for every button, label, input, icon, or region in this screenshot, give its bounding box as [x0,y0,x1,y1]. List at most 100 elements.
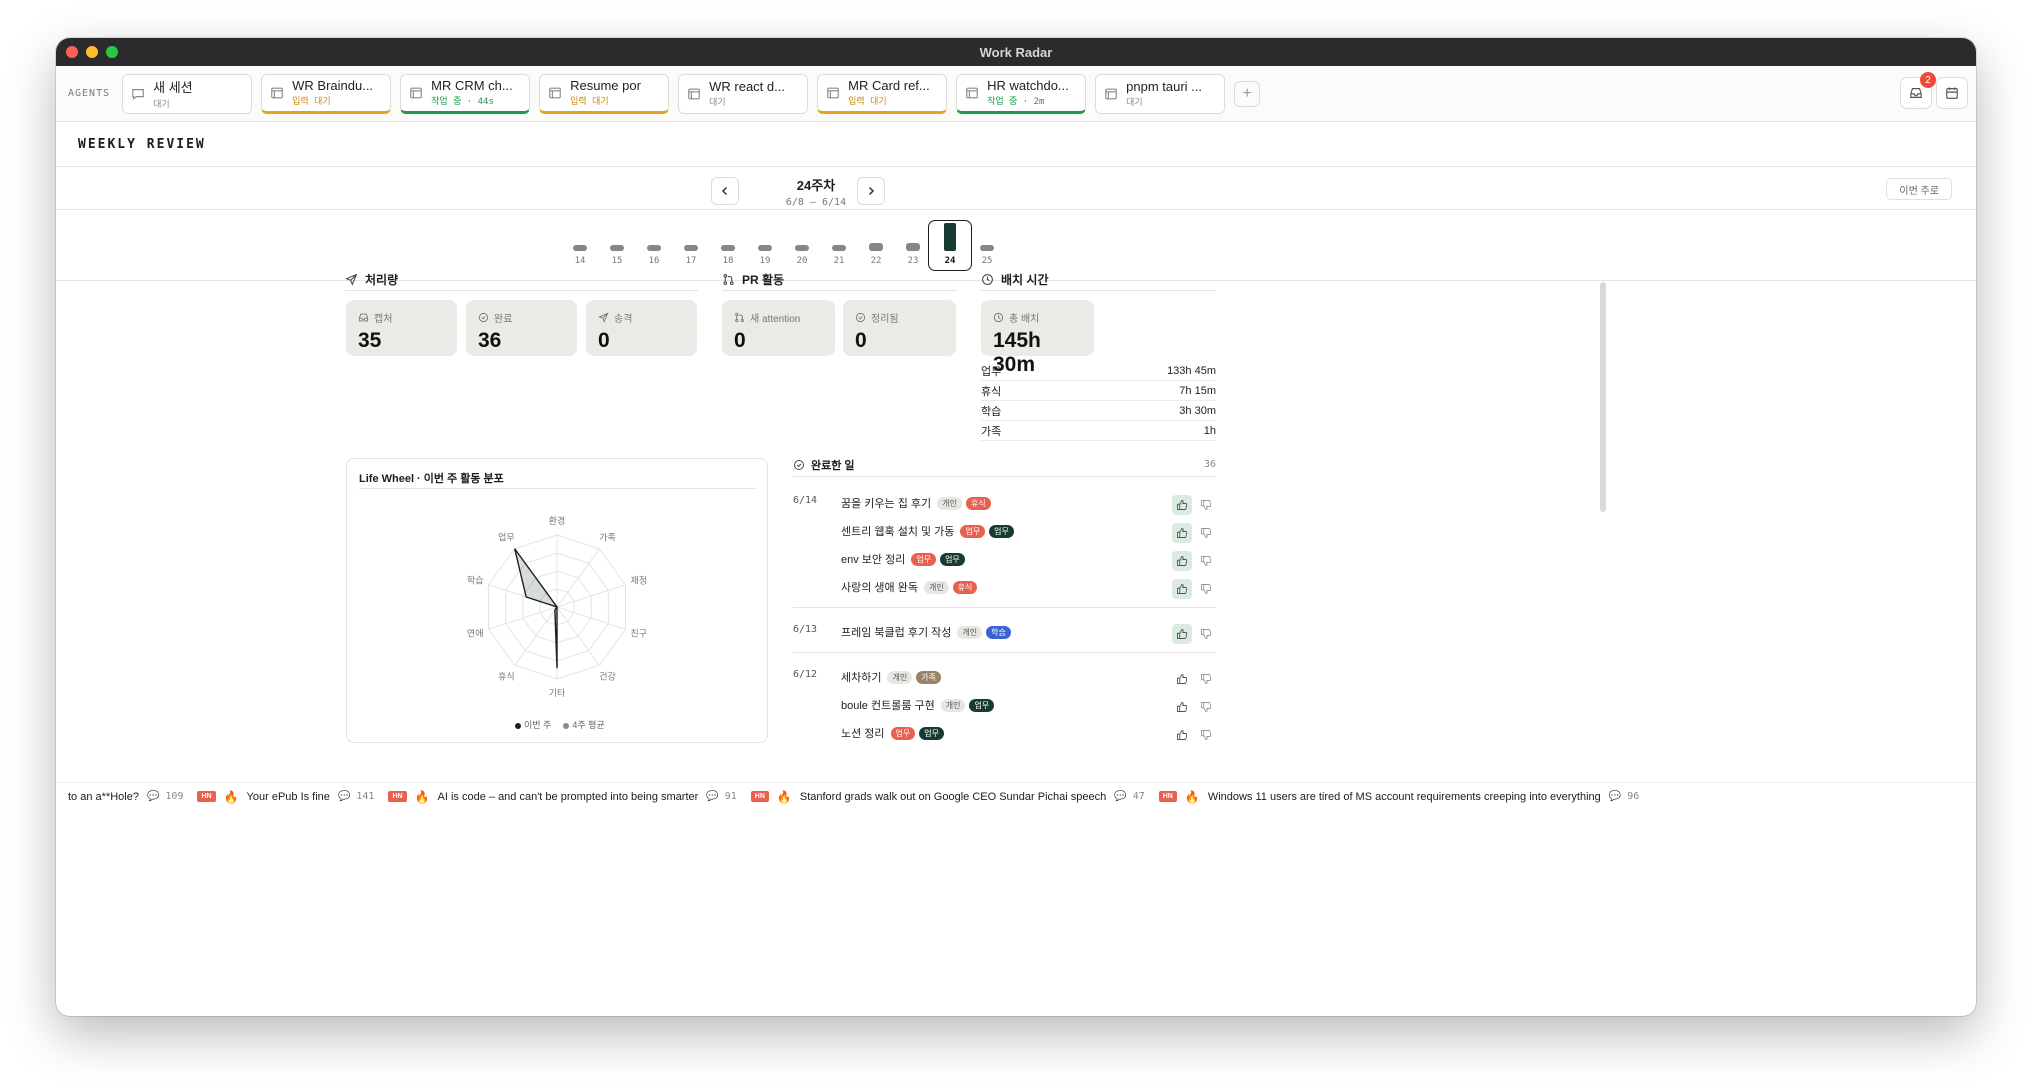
week-item-23[interactable]: 23 [895,220,931,270]
this-week-button[interactable]: 이번 주로 [1886,178,1952,200]
throughput-heading: 처리량 [345,271,398,288]
total-placement-label: 총 배치 [1009,314,1040,325]
agent-tab[interactable]: MR Card ref... 입력 대기 [817,73,948,114]
done-item-text: boule 컨트롤룸 구현 [841,700,935,712]
placement-row-value: 7h 15m [1179,384,1216,397]
ticker-item[interactable]: HN 🔥 Stanford grads walk out on Google CEO… [750,790,1145,804]
next-week-button[interactable] [857,177,885,205]
ticker-item[interactable]: to an a**Hole? 💬 109 [68,791,183,803]
agent-tab[interactable]: MR CRM ch... 작업 중 · 44s [400,73,531,114]
thumbs-down-button[interactable] [1196,579,1216,599]
category-tag: 개인 [923,580,949,594]
inbox-button[interactable]: 2 [1900,72,1936,109]
thumbs-up-button[interactable] [1172,624,1192,644]
category-tag: 업무 [989,524,1014,538]
inbox-badge: 2 [1920,72,1936,88]
agent-tab[interactable]: HR watchdo... 작업 중 · 2m [956,73,1087,114]
stat-label: 캡처 [374,314,393,325]
ticker-title: Stanford grads walk out on Google CEO Su… [799,790,1107,803]
total-placement-card: 총 배치 145h 30m [981,300,1094,376]
ticker-item[interactable]: HN 🔥 Your ePub Is fine 💬 141 [197,790,374,804]
week-item-20[interactable]: 20 [784,220,820,270]
week-activity-bar [869,243,883,251]
window-title: Work Radar [979,44,1053,60]
week-item-25[interactable]: 25 [969,220,1005,270]
thumbs-down-button[interactable] [1196,495,1216,515]
minimize-window-button[interactable] [86,46,98,58]
window-icon [966,87,978,98]
thumbs-down-button[interactable] [1196,725,1216,745]
add-agent-button[interactable]: + [1234,80,1261,107]
agent-tab-name: HR watchdo... [987,78,1069,93]
thumbs-up-button[interactable] [1172,725,1192,745]
check-circle-icon [478,312,489,323]
week-activity-bar [647,245,661,251]
week-item-22[interactable]: 22 [858,220,894,270]
pr-heading: PR 활동 [722,271,784,288]
comment-icon: 💬 [706,791,719,802]
agent-tab[interactable]: pnpm tauri ... 대기 [1095,73,1226,114]
zoom-window-button[interactable] [106,46,118,58]
close-window-button[interactable] [66,46,78,58]
stat-card: 새 attention 0 [722,300,835,356]
scrollbar[interactable] [1600,282,1606,512]
agent-tab[interactable]: WR Braindu... 입력 대기 [261,73,392,114]
thumbs-down-button[interactable] [1196,669,1216,689]
calendar-button[interactable] [1936,77,1968,109]
week-activity-bar [610,245,624,251]
thumbs-down-button[interactable] [1196,551,1216,571]
stat-value: 35 [358,329,382,352]
thumbs-up-button[interactable] [1172,495,1192,515]
category-tag: 개인 [887,670,913,684]
thumbs-down-icon [1201,528,1212,538]
ticker-item[interactable]: HN 🔥 Windows 11 users are tired of MS acco… [1158,790,1640,804]
send-icon [345,273,358,286]
agent-tab[interactable]: WR react d... 대기 [678,73,809,114]
week-item-16[interactable]: 16 [636,220,672,270]
ticker-item[interactable]: HN 🔥 AI is code – and can't be prompted in… [388,789,737,804]
pull-request-icon [735,312,744,323]
thumbs-up-button[interactable] [1172,579,1192,599]
thumbs-up-button[interactable] [1172,551,1192,571]
agent-tab[interactable]: 새 세션 대기 [122,73,253,114]
chevron-left-icon [721,186,728,196]
placement-row-label: 가족 [981,425,1002,438]
thumbs-down-button[interactable] [1196,624,1216,644]
thumbs-up-button[interactable] [1172,697,1192,717]
stat-value: 0 [598,329,610,352]
done-item: env 보안 정리 업무 업무 [841,550,965,568]
radar-axis-label: 학습 [467,575,484,585]
done-item-text: 사랑의 생애 완독 [841,582,918,594]
week-item-14[interactable]: 14 [562,220,598,270]
week-item-15[interactable]: 15 [599,220,635,270]
category-tag: 업무 [940,552,965,566]
window-icon [827,87,839,98]
week-item-17[interactable]: 17 [673,220,709,270]
thumbs-down-button[interactable] [1196,523,1216,543]
week-item-18[interactable]: 18 [710,220,746,270]
window-icon [1105,88,1117,99]
prev-week-button[interactable] [711,177,739,205]
thumbs-down-icon [1201,500,1212,510]
placement-row-value: 133h 45m [1167,364,1216,377]
title-bar: Work Radar [56,38,1976,66]
week-activity-bar [573,245,587,251]
thumbs-up-icon [1177,556,1188,566]
thumbs-up-button[interactable] [1172,523,1192,543]
window-icon [688,88,700,99]
agent-tab[interactable]: Resume por 입력 대기 [539,73,670,114]
week-number: 16 [648,256,660,266]
thumbs-down-button[interactable] [1196,697,1216,717]
week-item-24[interactable]: 24 [928,220,972,271]
window-icon [410,87,422,98]
fire-icon: 🔥 [414,789,430,804]
week-item-21[interactable]: 21 [821,220,857,270]
week-item-19[interactable]: 19 [747,220,783,270]
radar-axis [556,606,600,666]
life-wheel-legend: 이번 주 4주 평균 [515,718,605,731]
agent-tab-name: WR Braindu... [292,78,374,93]
radar-axis-label: 기타 [549,688,566,698]
window-icon [549,87,561,98]
ticker-comment-count: 96 [1627,791,1640,802]
thumbs-up-button[interactable] [1172,669,1192,689]
